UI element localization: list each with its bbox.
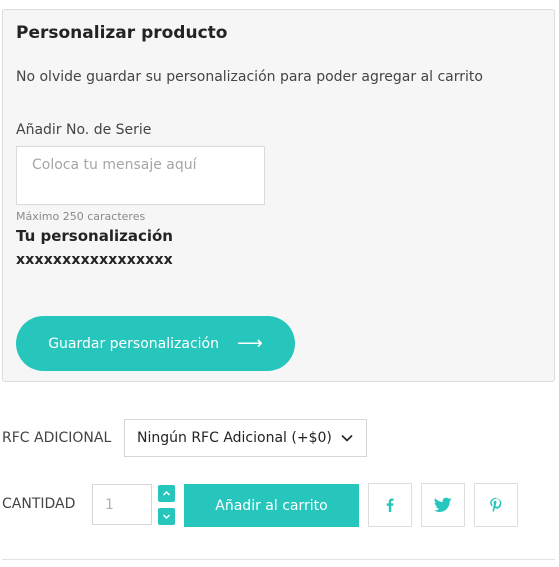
share-pinterest-button[interactable]	[474, 483, 518, 527]
panel-title: Personalizar producto	[16, 23, 228, 43]
max-characters-hint: Máximo 250 caracteres	[16, 210, 146, 223]
share-twitter-button[interactable]	[421, 483, 465, 527]
your-customization-value: xxxxxxxxxxxxxxxxx	[16, 252, 173, 268]
rfc-label: RFC ADICIONAL	[2, 430, 112, 446]
save-reminder-note: No olvide guardar su personalización par…	[16, 69, 483, 85]
facebook-icon	[386, 498, 394, 512]
chevron-up-icon	[162, 490, 171, 496]
save-customization-label: Guardar personalización	[48, 335, 219, 352]
twitter-icon	[434, 497, 452, 512]
chevron-down-icon	[341, 434, 353, 442]
serial-number-input[interactable]	[16, 146, 265, 205]
rfc-selected-value: Ningún RFC Adicional (+$0)	[137, 430, 332, 446]
quantity-increase-button[interactable]	[158, 485, 175, 502]
serial-number-label: Añadir No. de Serie	[16, 122, 152, 138]
pinterest-icon	[490, 497, 502, 512]
arrow-right-icon: ⟶	[236, 332, 263, 354]
quantity-label: CANTIDAD	[2, 496, 76, 512]
add-to-cart-button[interactable]: Añadir al carrito	[184, 484, 359, 527]
quantity-input[interactable]: 1	[92, 484, 152, 525]
save-customization-button[interactable]: Guardar personalización ⟶	[16, 316, 295, 371]
rfc-select[interactable]: Ningún RFC Adicional (+$0)	[124, 419, 367, 457]
share-facebook-button[interactable]	[368, 483, 412, 527]
customization-panel: Personalizar producto No olvide guardar …	[2, 9, 555, 382]
chevron-down-icon	[162, 514, 171, 520]
your-customization-heading: Tu personalización	[16, 227, 173, 245]
divider	[2, 559, 555, 560]
quantity-decrease-button[interactable]	[158, 508, 175, 525]
